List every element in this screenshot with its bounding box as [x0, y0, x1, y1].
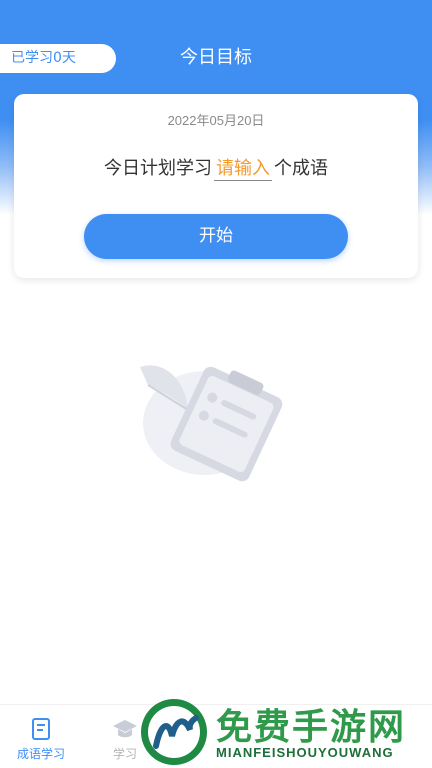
page-title: 今日目标 — [180, 47, 252, 68]
plan-count-input[interactable]: 请输入 — [214, 158, 272, 181]
watermark-logo-icon — [141, 699, 207, 765]
graduation-cap-icon — [113, 720, 137, 738]
watermark: 免费手游网 MIANFEISHOUYOUWANG — [138, 696, 432, 768]
clipboard-quill-icon — [140, 365, 283, 482]
watermark-text-cn: 免费手游网 — [216, 707, 407, 748]
goal-card: 2022年05月20日 今日计划学习 请输入 个成语 开始 — [14, 94, 418, 278]
start-button[interactable]: 开始 — [84, 214, 348, 259]
watermark-text-en: MIANFEISHOUYOUWANG — [216, 745, 394, 760]
plan-suffix: 个成语 — [274, 158, 328, 179]
plan-sentence: 今日计划学习 请输入 个成语 — [14, 154, 418, 181]
book-icon — [32, 718, 50, 740]
tab-label: 成语学习 — [16, 747, 65, 761]
date-label: 2022年05月20日 — [167, 113, 265, 128]
plan-prefix: 今日计划学习 — [104, 158, 212, 179]
tab-idiom-study[interactable]: 成语学习 — [6, 717, 76, 762]
